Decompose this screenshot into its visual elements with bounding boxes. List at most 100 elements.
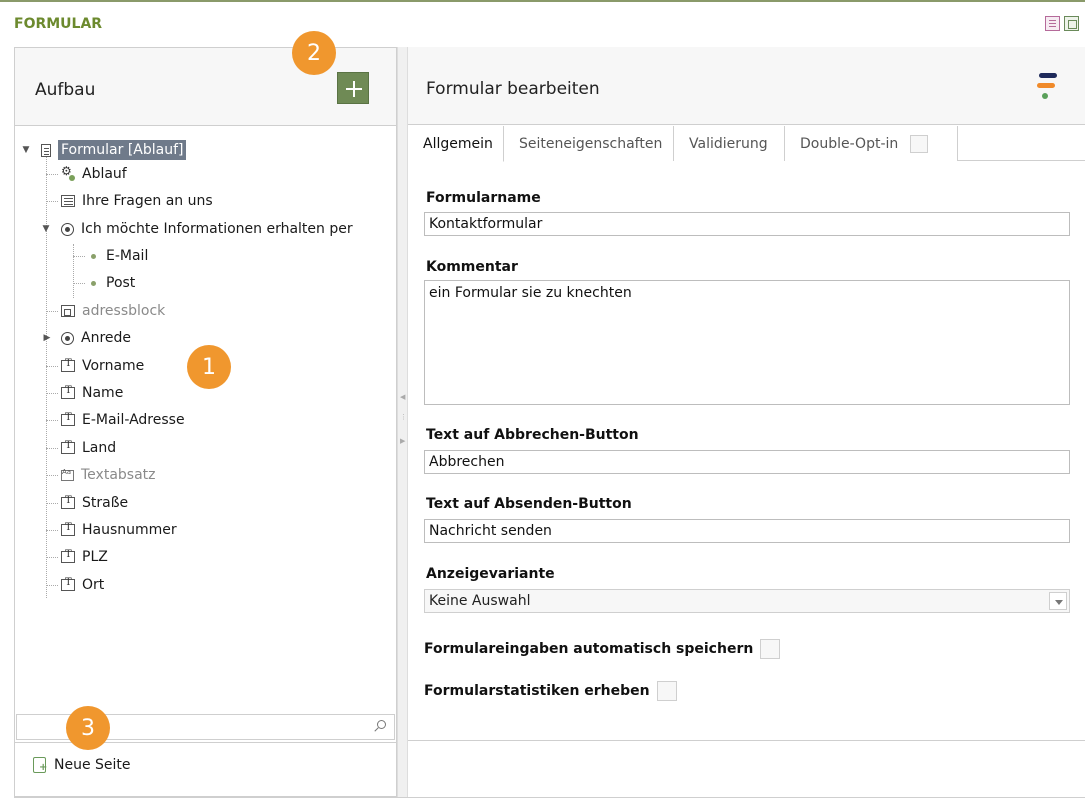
tab-label: Double-Opt-in	[800, 135, 899, 152]
textfield-icon	[61, 385, 75, 399]
structure-footer: Neue Seite	[15, 742, 396, 796]
add-page-icon	[33, 757, 47, 773]
variant-select-value: Keine Auswahl	[429, 593, 531, 609]
cancel-text-label: Text auf Abbrechen-Button	[426, 427, 639, 443]
splitter-left-arrow-icon[interactable]: ◀	[400, 393, 405, 401]
stats-checkbox[interactable]	[656, 681, 677, 701]
tree-item-ablauf[interactable]: Ablauf	[61, 162, 127, 186]
tree-item-label: Land	[82, 440, 117, 456]
textfield-icon	[61, 440, 75, 454]
tree-guide-line	[46, 448, 58, 449]
chevron-down-icon[interactable]	[1049, 592, 1067, 610]
expand-toggle-icon[interactable]: ▼	[40, 223, 52, 235]
tree-guide-line	[46, 475, 58, 476]
tree-guide-line	[46, 503, 58, 504]
edit-footer-divider	[408, 740, 1085, 741]
tab-label: Validierung	[689, 135, 768, 152]
tree-item-label: Ablauf	[82, 166, 127, 182]
panel-splitter[interactable]: ◀ ⋮ ▶	[397, 47, 408, 797]
structure-title: Aufbau	[35, 80, 96, 100]
tree-item-label: Hausnummer	[82, 522, 177, 538]
tab-validierung[interactable]: Validierung	[674, 126, 785, 161]
new-page-label: Neue Seite	[54, 757, 131, 773]
splitter-right-arrow-icon[interactable]: ▶	[400, 437, 405, 445]
autosave-checkbox[interactable]	[760, 639, 781, 659]
tree-guide-line	[46, 530, 58, 531]
autosave-option: Formulareingaben automatisch speichern	[424, 639, 781, 659]
double-opt-in-checkbox[interactable]	[910, 134, 929, 153]
tab-label: Seiteneigenschaften	[519, 135, 663, 152]
tree-item-land[interactable]: Land	[61, 436, 116, 460]
formname-input[interactable]: Kontaktformular	[424, 212, 1070, 236]
variant-select[interactable]: Keine Auswahl	[424, 589, 1070, 613]
variant-label: Anzeigevariante	[426, 566, 555, 582]
textfield-icon	[61, 577, 75, 591]
submit-text-input[interactable]: Nachricht senden	[424, 519, 1070, 543]
tree-item-hausnummer[interactable]: Hausnummer	[61, 518, 177, 542]
tree-guide-line	[73, 244, 74, 298]
autosave-label: Formulareingaben automatisch speichern	[424, 641, 754, 657]
top-icons	[1045, 16, 1079, 31]
annotation-badge-3: 3	[66, 706, 110, 750]
textfield-icon	[61, 358, 75, 372]
window-view-icon[interactable]	[1064, 16, 1079, 31]
tree-item-label: Vorname	[82, 358, 145, 374]
radio-icon	[61, 222, 74, 236]
tree-item-fragen[interactable]: Ihre Fragen an uns	[61, 189, 213, 213]
tab-seiteneigenschaften[interactable]: Seiteneigenschaften	[504, 126, 674, 161]
brand-logo-icon	[1037, 73, 1059, 103]
tree-guide-line	[46, 585, 58, 586]
splitter-grip-icon[interactable]: ⋮	[400, 413, 407, 421]
radio-icon	[61, 331, 74, 345]
tree-item-vorname[interactable]: Vorname	[61, 354, 144, 378]
tree-item-informationen[interactable]: Ich möchte Informationen erhalten per	[61, 217, 353, 241]
tree-guide-line	[46, 366, 58, 367]
tree-item-formular[interactable]: Formular [Ablauf]	[41, 138, 187, 162]
option-dot-icon	[89, 276, 99, 290]
gears-icon	[61, 164, 75, 181]
tree-item-email-option[interactable]: E-Mail	[87, 244, 148, 268]
stats-label: Formularstatistiken erheben	[424, 683, 650, 699]
edit-panel: Formular bearbeiten Allgemein Seiteneige…	[408, 47, 1085, 797]
edit-header: Formular bearbeiten	[408, 47, 1085, 125]
search-icon[interactable]	[374, 720, 386, 732]
tree-item-email-adresse[interactable]: E-Mail-Adresse	[61, 408, 185, 432]
tree-item-strasse[interactable]: Straße	[61, 491, 128, 515]
tree-item-adressblock[interactable]: adressblock	[61, 299, 165, 323]
tree-guide-line	[73, 283, 85, 284]
new-page-button[interactable]: Neue Seite	[33, 757, 131, 773]
tree-guide-line	[46, 311, 58, 312]
collapse-toggle-icon[interactable]: ▶	[41, 332, 53, 344]
tree-item-post-option[interactable]: Post	[87, 271, 135, 295]
tree-item-name[interactable]: Name	[61, 381, 123, 405]
add-element-button[interactable]	[337, 72, 369, 104]
tree-item-label: Ort	[82, 577, 105, 593]
tab-allgemein[interactable]: Allgemein	[408, 126, 504, 162]
tab-double-opt-in[interactable]: Double-Opt-in	[785, 126, 958, 161]
annotation-badge-1: 1	[187, 345, 231, 389]
submit-text-label: Text auf Absenden-Button	[426, 496, 632, 512]
tree-item-label: Formular [Ablauf]	[58, 140, 187, 160]
tree-item-ort[interactable]: Ort	[61, 573, 104, 597]
tree-guide-line	[46, 420, 58, 421]
textfield-icon	[61, 495, 75, 509]
tree-item-anrede[interactable]: Anrede	[61, 326, 131, 350]
tree-item-plz[interactable]: PLZ	[61, 545, 108, 569]
comment-textarea[interactable]: ein Formular sie zu knechten	[424, 280, 1070, 405]
structure-header: Aufbau	[15, 48, 396, 126]
tree-guide-line	[73, 256, 85, 257]
page-view-icon[interactable]	[1045, 16, 1060, 31]
cancel-text-input[interactable]: Abbrechen	[424, 450, 1070, 474]
tree-guide-line	[46, 201, 58, 202]
tree-item-label: Anrede	[81, 330, 132, 346]
tree-item-label: Straße	[82, 495, 129, 511]
tree-item-label: Ihre Fragen an uns	[82, 193, 213, 209]
expand-toggle-icon[interactable]: ▼	[20, 144, 32, 156]
textarea-icon	[61, 195, 75, 207]
tree-item-label: Textabsatz	[81, 467, 156, 483]
tree-item-label: PLZ	[82, 549, 108, 565]
tree-item-label: Post	[106, 275, 136, 291]
tree-item-textabsatz[interactable]: Textabsatz	[61, 463, 156, 487]
comment-label: Kommentar	[426, 259, 518, 275]
edit-title: Formular bearbeiten	[426, 79, 600, 99]
